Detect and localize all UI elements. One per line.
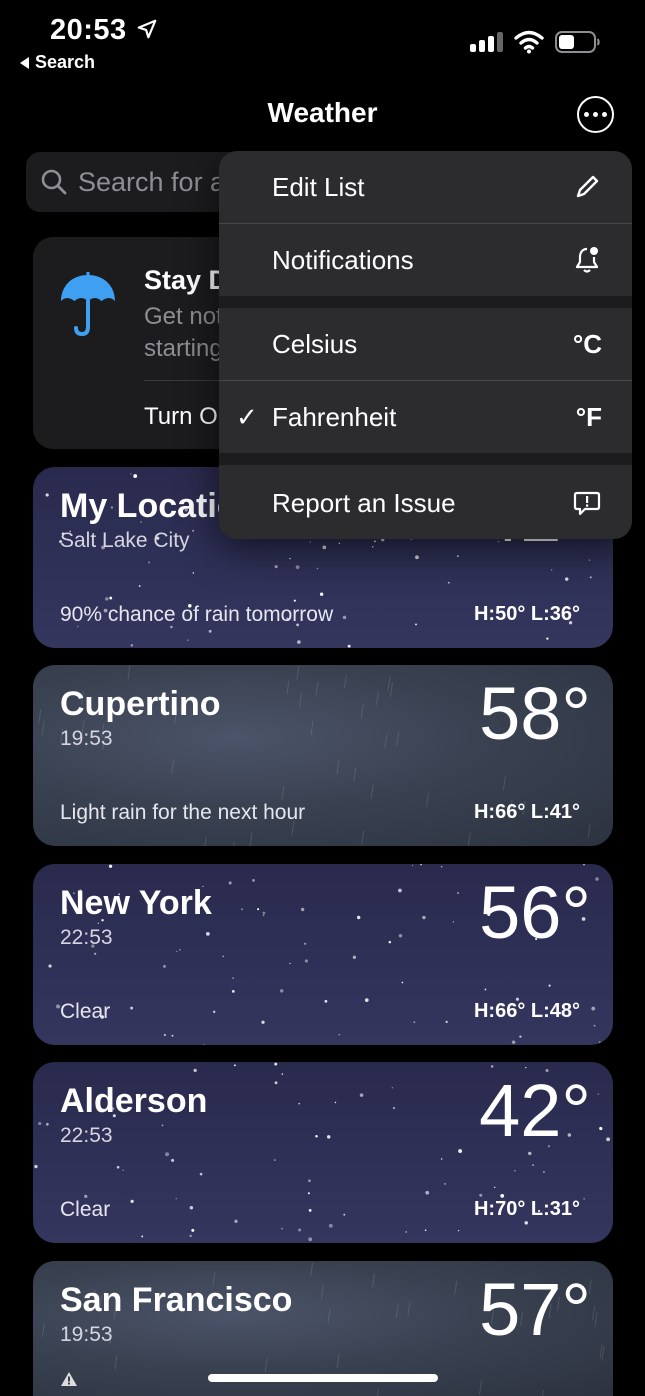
menu-item-celsius[interactable]: Celsius °C <box>219 308 632 380</box>
city-name: Alderson <box>60 1082 208 1120</box>
page-title: Weather <box>267 97 378 128</box>
more-options-button[interactable] <box>577 96 614 133</box>
menu-item-report-issue[interactable]: Report an Issue <box>219 467 632 539</box>
city-temperature: 58° <box>479 672 591 755</box>
city-name: San Francisco <box>60 1281 293 1319</box>
umbrella-icon <box>61 272 115 337</box>
checkmark-icon: ✓ <box>236 401 258 432</box>
menu-section-gap <box>219 453 632 465</box>
options-menu: Edit List Notifications Celsius °C ✓ Fah… <box>219 151 632 539</box>
city-name: New York <box>60 884 212 922</box>
city-high-low: H:70° L:31° <box>473 1198 580 1220</box>
menu-item-label: Notifications <box>272 244 414 275</box>
menu-item-label: Fahrenheit <box>272 401 397 432</box>
city-temperature: 56° <box>479 871 591 954</box>
dot <box>584 112 589 117</box>
pencil-icon <box>576 175 599 198</box>
city-high-low: H:66° L:41° <box>473 801 580 823</box>
city-name: Cupertino <box>60 685 221 723</box>
location-arrow-icon <box>137 19 157 39</box>
home-indicator[interactable] <box>208 1374 438 1382</box>
city-subtitle: 22:53 <box>60 1124 113 1147</box>
menu-item-label: Report an Issue <box>272 487 456 518</box>
city-temperature: 57° <box>479 1268 591 1351</box>
back-triangle-icon <box>20 56 29 69</box>
city-condition: Light rain for the next hour <box>60 801 306 824</box>
back-app-label: Search <box>35 52 96 72</box>
city-high-low: H:66° L:48° <box>473 1000 580 1022</box>
celsius-symbol: °C <box>572 328 602 359</box>
menu-section-gap <box>219 296 632 308</box>
menu-item-fahrenheit[interactable]: ✓ Fahrenheit °F <box>219 381 632 453</box>
status-time: 20:53 <box>50 14 127 46</box>
fahrenheit-symbol: °F <box>575 401 602 432</box>
city-condition: Clear <box>60 1000 111 1023</box>
city-card-cupertino[interactable]: Cupertino 19:53 58° Light rain for the n… <box>33 665 613 846</box>
city-subtitle: 19:53 <box>60 727 113 750</box>
city-condition: Clear <box>60 1198 111 1221</box>
cellular-signal-icon <box>470 32 503 52</box>
menu-item-notifications[interactable]: Notifications <box>219 224 632 296</box>
dot <box>593 112 598 117</box>
warning-icon <box>61 1372 77 1386</box>
report-bubble-icon <box>573 491 601 516</box>
city-high-low: H:50° L:36° <box>473 603 580 625</box>
menu-item-edit-list[interactable]: Edit List <box>219 151 632 223</box>
city-temperature: 42° <box>479 1069 591 1152</box>
city-subtitle: 19:53 <box>60 1323 113 1346</box>
battery-icon <box>555 31 600 53</box>
bell-badge-icon <box>575 247 599 273</box>
city-subtitle: Salt Lake City <box>60 529 190 552</box>
city-card-new-york[interactable]: New York 22:53 56° Clear H:66° L:48° <box>33 864 613 1045</box>
search-icon <box>41 169 67 195</box>
menu-item-label: Edit List <box>272 171 365 202</box>
city-subtitle: 22:53 <box>60 926 113 949</box>
dot <box>602 112 607 117</box>
wifi-icon <box>514 30 544 54</box>
back-to-search-button[interactable]: Search <box>20 52 95 73</box>
city-condition: 90% chance of rain tomorrow <box>60 603 334 626</box>
menu-item-label: Celsius <box>272 328 358 359</box>
city-card-alderson[interactable]: Alderson 22:53 42° Clear H:70° L:31° <box>33 1062 613 1243</box>
